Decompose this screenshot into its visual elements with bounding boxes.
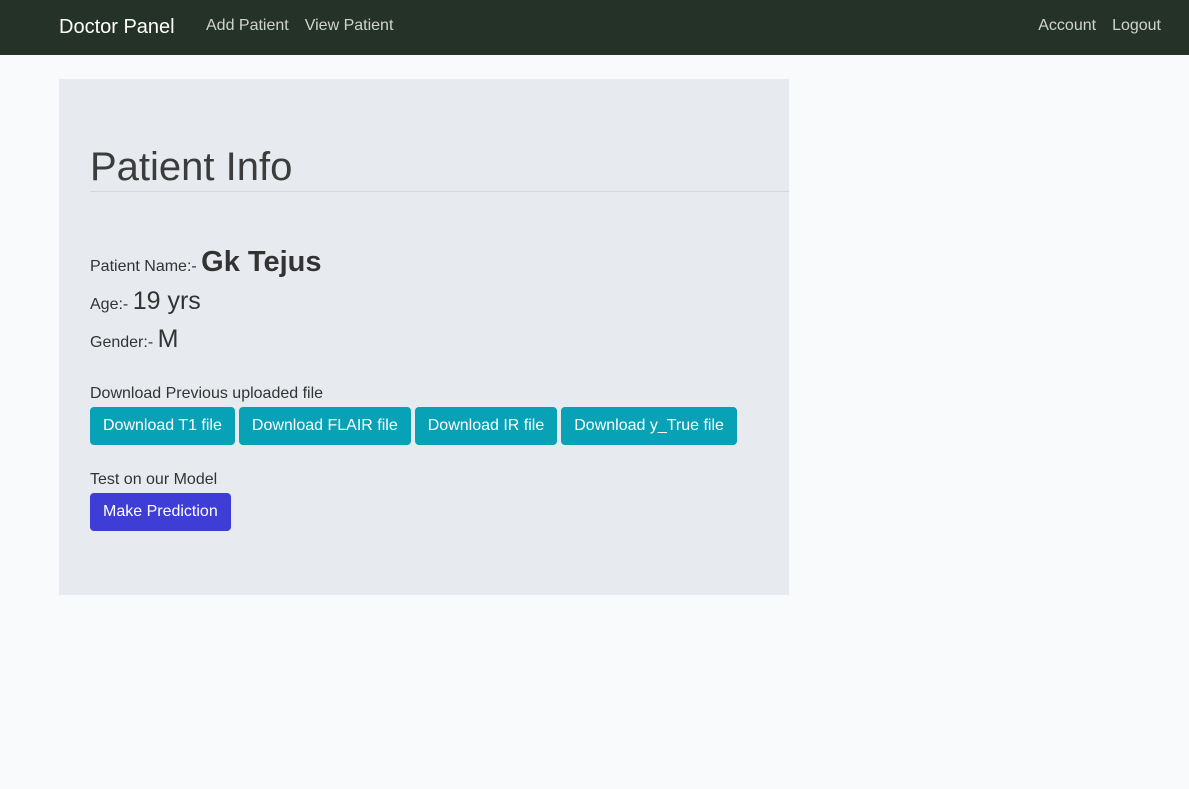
title-divider bbox=[90, 191, 789, 192]
patient-info-panel: Patient Info Patient Name:- Gk Tejus Age… bbox=[59, 79, 789, 595]
patient-gender-row: Gender:- M bbox=[90, 325, 178, 354]
downloads-label: Download Previous uploaded file bbox=[90, 385, 324, 402]
model-test-label: Test on our Model bbox=[90, 471, 218, 488]
patient-age-label: Age:- bbox=[90, 296, 129, 313]
make-prediction-button[interactable]: Make Prediction bbox=[90, 493, 231, 531]
prediction-button-row: Make Prediction bbox=[90, 493, 231, 531]
nav-right-links: Account Logout bbox=[1038, 16, 1161, 36]
patient-age-row: Age:- 19 yrs bbox=[90, 287, 201, 316]
patient-age-value: 19 yrs bbox=[132, 287, 201, 315]
patient-gender-value: M bbox=[157, 325, 179, 353]
nav-account-link[interactable]: Account bbox=[1038, 16, 1096, 36]
nav-add-patient-link[interactable]: Add Patient bbox=[206, 16, 289, 36]
patient-name-row: Patient Name:- Gk Tejus bbox=[90, 246, 322, 279]
download-button-row: Download T1 file Download FLAIR file Dow… bbox=[90, 407, 737, 445]
patient-name-value: Gk Tejus bbox=[201, 246, 322, 278]
download-ir-button[interactable]: Download IR file bbox=[414, 407, 558, 445]
download-flair-button[interactable]: Download FLAIR file bbox=[238, 407, 411, 445]
download-y-true-button[interactable]: Download y_True file bbox=[561, 407, 737, 445]
nav-left-links: Add Patient View Patient bbox=[206, 16, 393, 36]
patient-gender-label: Gender:- bbox=[90, 334, 154, 351]
brand-link[interactable]: Doctor Panel bbox=[59, 15, 175, 39]
patient-name-label: Patient Name:- bbox=[90, 258, 197, 275]
nav-view-patient-link[interactable]: View Patient bbox=[305, 16, 394, 36]
page-title: Patient Info bbox=[90, 145, 293, 189]
top-navbar: Doctor Panel Add Patient View Patient Ac… bbox=[0, 0, 1189, 55]
download-t1-button[interactable]: Download T1 file bbox=[90, 407, 235, 445]
nav-logout-link[interactable]: Logout bbox=[1112, 16, 1161, 36]
